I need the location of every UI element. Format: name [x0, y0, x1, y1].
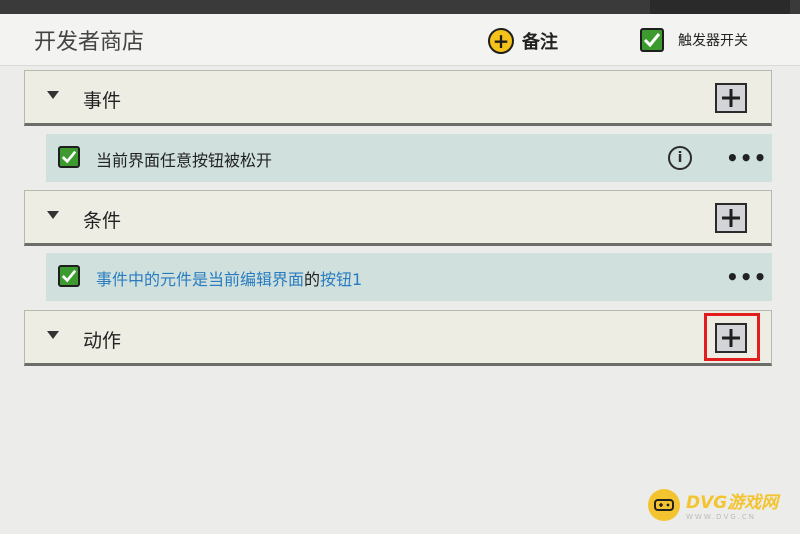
highlight-box	[704, 313, 760, 361]
section-action-label: 动作	[83, 330, 122, 352]
top-bar	[0, 0, 800, 14]
checkbox-checked-icon[interactable]	[58, 265, 80, 287]
trigger-switch[interactable]: 触发器开关	[640, 28, 748, 52]
condition-target-link[interactable]: 按钮1	[320, 270, 362, 289]
section-event: 事件	[24, 70, 772, 126]
add-note-button[interactable]: + 备注	[488, 28, 558, 54]
checkbox-checked-icon[interactable]	[640, 28, 664, 52]
collapse-caret-icon[interactable]	[47, 211, 59, 219]
add-condition-button[interactable]	[715, 203, 747, 233]
condition-connector: 的	[304, 270, 321, 289]
section-condition-label: 条件	[83, 210, 122, 232]
watermark-sub: WWW.DVG.CN	[686, 513, 757, 521]
condition-subject-link[interactable]: 事件中的元件是当前编辑界面	[96, 270, 304, 289]
event-row-text: 当前界面任意按钮被松开	[96, 151, 273, 170]
condition-row-text: 事件中的元件是当前编辑界面的按钮1	[96, 266, 362, 290]
collapse-caret-icon[interactable]	[47, 91, 59, 99]
plus-icon	[722, 89, 740, 107]
trigger-switch-label: 触发器开关	[678, 33, 748, 49]
watermark: DVG游戏网 WWW.DVG.CN	[648, 488, 778, 521]
more-options-icon[interactable]: •••	[726, 267, 767, 287]
event-row[interactable]: 当前界面任意按钮被松开 i •••	[46, 134, 772, 182]
watermark-text: DVG游戏网 WWW.DVG.CN	[686, 488, 778, 521]
section-event-label: 事件	[83, 90, 122, 112]
plus-circle-icon: +	[488, 28, 514, 54]
top-bar-dark-segment	[650, 0, 790, 14]
more-options-icon[interactable]: •••	[726, 148, 767, 168]
condition-row[interactable]: 事件中的元件是当前编辑界面的按钮1 •••	[46, 253, 772, 301]
add-event-button[interactable]	[715, 83, 747, 113]
page-title: 开发者商店	[34, 30, 145, 55]
header: 开发者商店 + 备注 触发器开关	[0, 14, 800, 66]
section-action: 动作	[24, 310, 772, 366]
section-condition: 条件	[24, 190, 772, 246]
plus-icon	[722, 209, 740, 227]
info-icon[interactable]: i	[668, 146, 692, 170]
watermark-main: DVG游戏网	[686, 493, 779, 513]
collapse-caret-icon[interactable]	[47, 331, 59, 339]
gamepad-logo-icon	[648, 488, 680, 521]
add-note-label: 备注	[522, 32, 558, 53]
checkbox-checked-icon[interactable]	[58, 146, 80, 168]
